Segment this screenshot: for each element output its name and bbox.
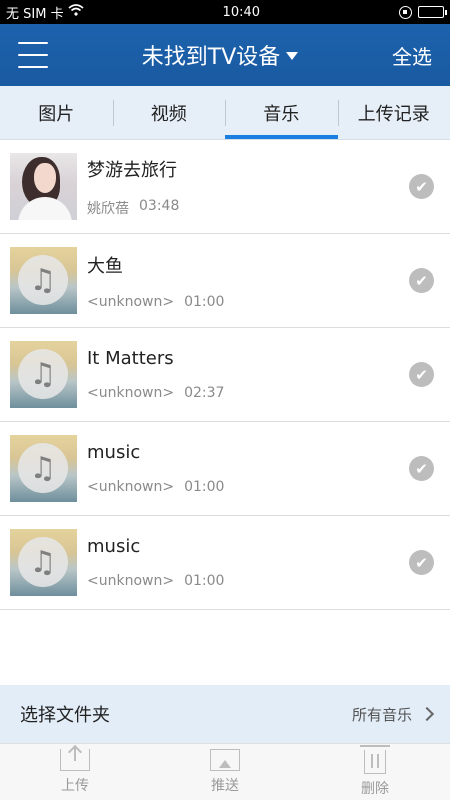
- status-left: 无 SIM 卡: [6, 3, 84, 22]
- song-duration: 01:00: [184, 479, 225, 495]
- music-note-icon: ♫: [18, 443, 68, 493]
- list-item[interactable]: ♫ music <unknown> 01:00 ✔: [0, 516, 450, 610]
- select-all-button[interactable]: 全选: [392, 41, 432, 70]
- chevron-right-icon: [419, 706, 435, 722]
- music-note-icon: ♫: [18, 349, 68, 399]
- song-duration: 01:00: [184, 573, 225, 589]
- status-time: 10:40: [222, 4, 261, 20]
- check-icon[interactable]: ✔: [409, 268, 434, 293]
- tab-videos[interactable]: 视频: [112, 86, 226, 139]
- check-icon[interactable]: ✔: [409, 362, 434, 387]
- push-button[interactable]: 推送: [150, 744, 300, 800]
- folder-selector[interactable]: 选择文件夹 所有音乐: [0, 685, 450, 743]
- caret-down-icon: [286, 52, 299, 60]
- cast-icon: [210, 749, 240, 771]
- list-item[interactable]: 梦游去旅行 姚欣蓓 03:48 ✔: [0, 140, 450, 234]
- carrier-label: 无 SIM 卡: [6, 6, 64, 22]
- status-right: [398, 5, 447, 19]
- rotation-lock-icon: [398, 5, 412, 19]
- check-icon[interactable]: ✔: [409, 174, 434, 199]
- song-list: 梦游去旅行 姚欣蓓 03:48 ✔ ♫ 大鱼 <unknown> 01:00 ✔…: [0, 140, 450, 685]
- list-item[interactable]: ♫ It Matters <unknown> 02:37 ✔: [0, 328, 450, 422]
- wifi-icon: [68, 4, 84, 20]
- song-title: It Matters: [87, 348, 174, 369]
- song-artist: <unknown>: [87, 293, 175, 310]
- app-header: 未找到TV设备 全选: [0, 24, 450, 86]
- folder-current: 所有音乐: [351, 705, 412, 724]
- song-duration: 03:48: [139, 197, 180, 214]
- status-bar: 无 SIM 卡 10:40: [0, 0, 450, 24]
- song-artist: <unknown>: [87, 479, 175, 495]
- device-title: 未找到TV设备: [141, 45, 281, 70]
- push-label: 推送: [211, 778, 239, 794]
- tab-music[interactable]: 音乐: [225, 86, 338, 139]
- category-tabs: 图片 视频 音乐 上传记录: [0, 86, 450, 140]
- check-icon[interactable]: ✔: [409, 550, 434, 575]
- battery-icon: [417, 6, 447, 18]
- bottom-toolbar: 上传 推送 删除: [0, 743, 450, 800]
- delete-button[interactable]: 删除: [300, 744, 450, 800]
- song-title: music: [87, 442, 141, 463]
- device-selector[interactable]: 未找到TV设备: [142, 39, 299, 71]
- song-title: 大鱼: [87, 255, 123, 277]
- song-artist: <unknown>: [87, 385, 175, 401]
- music-note-icon: ♫: [18, 255, 68, 305]
- trash-icon: [360, 745, 390, 774]
- album-art: ♫: [10, 529, 77, 596]
- folder-title: 选择文件夹: [20, 705, 110, 726]
- album-art: ♫: [10, 435, 77, 502]
- list-item[interactable]: ♫ 大鱼 <unknown> 01:00 ✔: [0, 234, 450, 328]
- album-art: ♫: [10, 247, 77, 314]
- upload-label: 上传: [61, 778, 89, 794]
- tab-images[interactable]: 图片: [0, 86, 113, 139]
- song-duration: 01:00: [184, 293, 225, 310]
- delete-label: 删除: [361, 781, 389, 797]
- album-art: [10, 153, 77, 220]
- music-note-icon: ♫: [18, 537, 68, 587]
- tab-upload-history[interactable]: 上传记录: [337, 86, 450, 139]
- menu-icon[interactable]: [18, 42, 48, 68]
- song-artist: <unknown>: [87, 573, 175, 589]
- song-title: music: [87, 536, 141, 557]
- upload-icon: [60, 747, 90, 771]
- song-artist: 姚欣蓓: [87, 200, 129, 217]
- list-item[interactable]: ♫ music <unknown> 01:00 ✔: [0, 422, 450, 516]
- song-duration: 02:37: [184, 385, 225, 401]
- upload-button[interactable]: 上传: [0, 744, 150, 800]
- album-art: ♫: [10, 341, 77, 408]
- check-icon[interactable]: ✔: [409, 456, 434, 481]
- song-title: 梦游去旅行: [87, 159, 177, 181]
